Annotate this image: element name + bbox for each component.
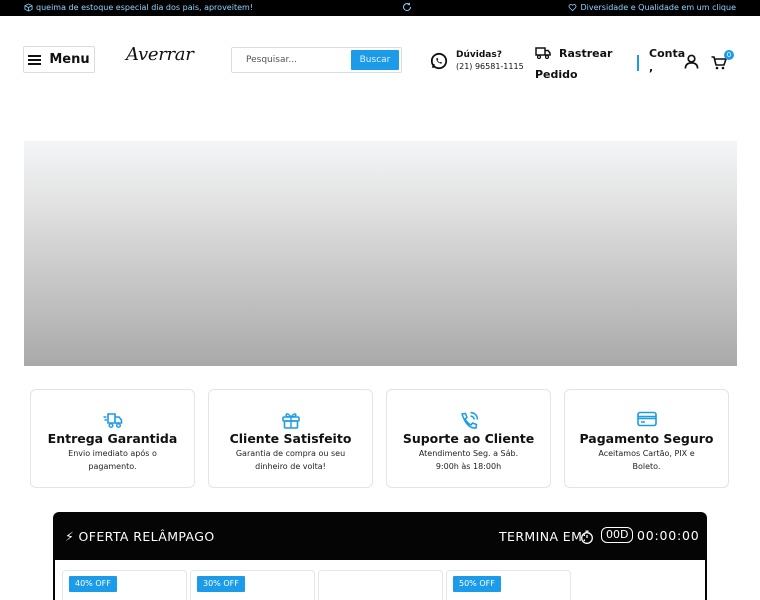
announcement-right: Diversidade e Qualidade em um clique (568, 3, 736, 12)
support-phone: (21) 96581-1115 (456, 62, 524, 71)
refresh-icon[interactable] (402, 2, 412, 12)
site-logo[interactable]: Averrar (126, 44, 194, 65)
feature-card-satisfaction: Cliente Satisfeito Garantia de compra ou… (208, 389, 373, 488)
feature-title: Entrega Garantida (47, 431, 178, 446)
gift-box-icon (281, 413, 300, 429)
countdown-days: 00D (601, 527, 634, 543)
user-icon[interactable] (684, 54, 699, 73)
account-label: Conta (649, 47, 686, 60)
product-card[interactable] (318, 570, 443, 600)
feature-desc: Envio imediato após o pagamento. (68, 449, 157, 471)
announcement-right-text: Diversidade e Qualidade em um clique (580, 3, 736, 12)
track-order-link[interactable]: Rastrear Pedido (535, 44, 615, 82)
features-row: Entrega Garantida Envio imediato após o … (30, 389, 730, 489)
heart-icon (569, 4, 577, 12)
feature-title: Pagamento Seguro (579, 431, 714, 446)
feature-card-delivery: Entrega Garantida Envio imediato após o … (30, 389, 195, 488)
support-contact[interactable]: Dúvidas? (21) 96581-1115 (430, 50, 524, 72)
box-icon (24, 3, 33, 12)
truck-speed-icon (103, 413, 122, 428)
feature-desc: Aceitamos Cartão, PIX e Boleto. (598, 449, 695, 471)
menu-button[interactable]: Menu (23, 46, 95, 73)
feature-card-support: Suporte ao Cliente Atendimento Seg. a Sá… (386, 389, 551, 488)
menu-label: Menu (49, 52, 90, 67)
flash-products-panel: 40% OFF 30% OFF 50% OFF (55, 560, 705, 600)
track-line1: Rastrear (559, 46, 613, 60)
account-sub: , (649, 61, 654, 74)
stopwatch-icon (580, 529, 594, 548)
discount-badge: 40% OFF (69, 576, 117, 592)
phone-call-icon (460, 411, 478, 429)
discount-badge: 50% OFF (453, 576, 501, 592)
account-link[interactable]: Conta , (649, 47, 685, 75)
product-card[interactable]: 40% OFF (62, 570, 187, 600)
header-divider (637, 55, 639, 71)
countdown-label: TERMINA EM: (499, 529, 587, 544)
feature-title: Suporte ao Cliente (402, 431, 535, 446)
hamburger-icon (28, 54, 42, 65)
feature-card-payment: Pagamento Seguro Aceitamos Cartão, PIX e… (564, 389, 729, 488)
cart-count-badge: 0 (724, 50, 734, 60)
announcement-bar: queima de estoque especial dia dos pais,… (0, 0, 760, 16)
truck-icon (535, 47, 551, 59)
track-line2: Pedido (535, 68, 578, 81)
product-card[interactable]: 30% OFF (190, 570, 315, 600)
feature-title: Cliente Satisfeito (229, 431, 352, 446)
search-input[interactable] (232, 48, 351, 72)
product-card[interactable]: 50% OFF (446, 570, 571, 600)
flash-sale-section: ⚡ OFERTA RELÂMPAGO TERMINA EM: 00D 00:00… (53, 512, 707, 600)
support-title: Dúvidas? (456, 50, 502, 60)
search-box: Buscar (231, 47, 402, 73)
discount-badge: 30% OFF (197, 576, 245, 592)
hero-banner[interactable] (24, 141, 737, 366)
announcement-left-text: queima de estoque especial dia dos pais,… (36, 3, 253, 12)
feature-desc: Atendimento Seg. a Sáb. 9:00h às 18:00h (418, 449, 519, 471)
search-button[interactable]: Buscar (351, 50, 399, 70)
credit-card-icon (636, 411, 657, 427)
announcement-left: queima de estoque especial dia dos pais,… (24, 3, 253, 12)
flash-sale-title: ⚡ OFERTA RELÂMPAGO (65, 529, 215, 544)
countdown-time: 00:00:00 (637, 528, 700, 543)
feature-desc: Garantia de compra ou seu dinheiro de vo… (235, 449, 346, 471)
whatsapp-icon (430, 52, 448, 70)
